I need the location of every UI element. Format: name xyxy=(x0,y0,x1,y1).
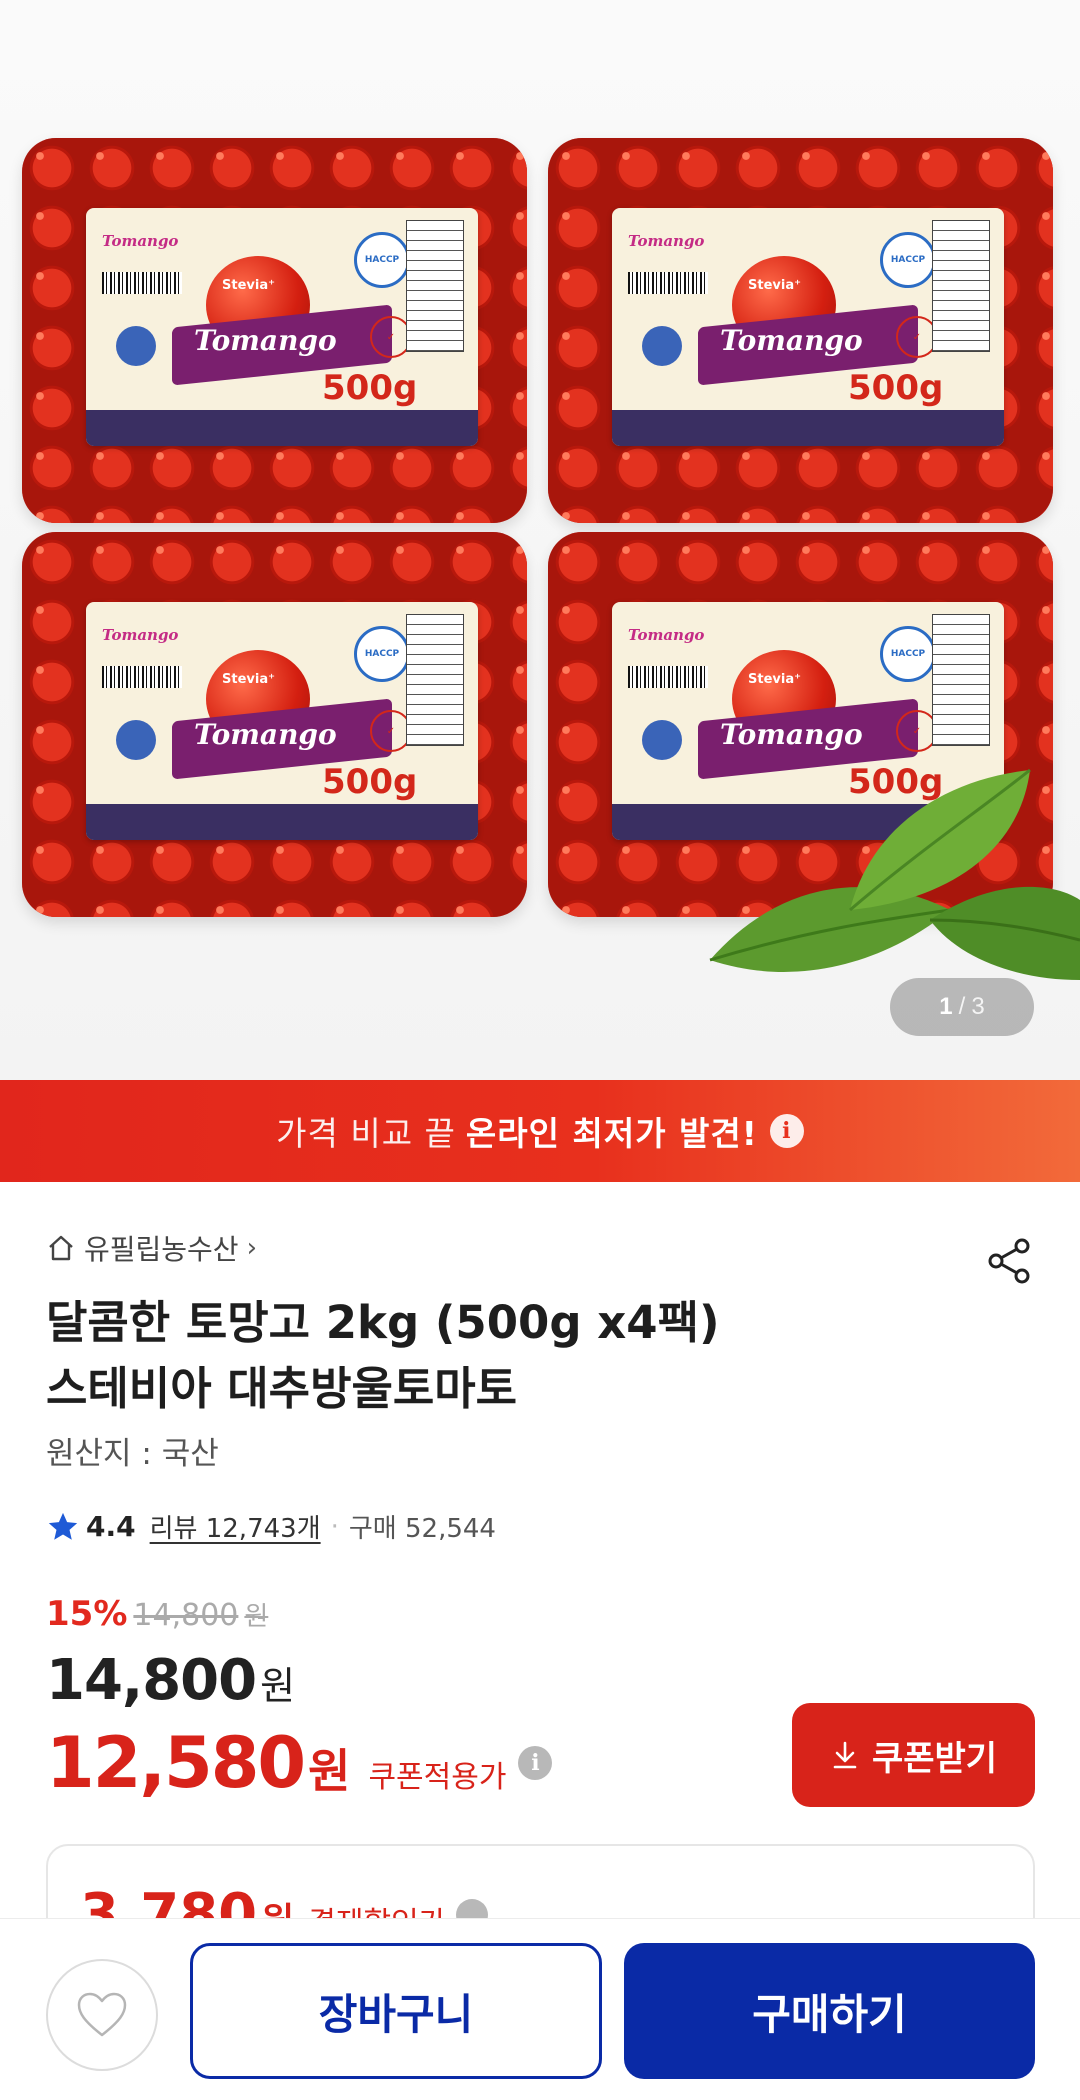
coupon-price-row: 12,580 원 쿠폰적용가 i xyxy=(46,1722,553,1804)
discount-rate: 15% xyxy=(46,1594,128,1634)
add-to-cart-button[interactable]: 장바구니 xyxy=(190,1943,602,2079)
get-coupon-label: 쿠폰받기 xyxy=(871,1738,998,1779)
info-icon[interactable]: i xyxy=(769,1114,804,1148)
star-icon xyxy=(48,1512,78,1540)
sale-price-row: 14,800 원 xyxy=(46,1648,295,1713)
coupon-price-label: 쿠폰적용가 xyxy=(368,1760,507,1795)
store-name: 유필립농수산 xyxy=(84,1233,239,1266)
stevia-leaves-image xyxy=(709,768,1080,980)
share-icon[interactable] xyxy=(984,1236,1034,1286)
product-title-line1: 달콤한 토망고 2kg (500g x4팩) xyxy=(46,1296,720,1349)
rating-value: 4.4 xyxy=(86,1510,136,1543)
separator-dot: · xyxy=(330,1511,339,1542)
heart-icon xyxy=(77,1992,127,2037)
image-page-indicator: 1 / 3 xyxy=(890,978,1034,1036)
purchase-count: 구매 52,544 xyxy=(348,1514,496,1544)
get-coupon-button[interactable]: 쿠폰받기 xyxy=(792,1703,1035,1807)
banner-bold-text: 온라인 최저가 발견! xyxy=(465,1114,758,1153)
review-count-link[interactable]: 리뷰 12,743개 xyxy=(150,1508,321,1545)
download-icon xyxy=(833,1741,857,1769)
chevron-right-icon: › xyxy=(246,1233,257,1263)
rating-row: 4.4 리뷰 12,743개 · 구매 52,544 xyxy=(46,1508,496,1545)
coupon-price-unit: 원 xyxy=(308,1744,351,1798)
wishlist-button[interactable] xyxy=(46,1959,158,2071)
coupon-price: 12,580 xyxy=(46,1722,306,1804)
product-title: 달콤한 토망고 2kg (500g x4팩) 스테비아 대추방울토마토 xyxy=(46,1290,946,1422)
lowest-price-banner[interactable]: 가격 비교 끝 온라인 최저가 발견! i xyxy=(0,1080,1080,1182)
info-icon[interactable]: i xyxy=(518,1746,553,1780)
tomato-pack-image: Tomango Stevia⁺ Tomango 500g HACCP ✓ xyxy=(22,138,527,523)
product-title-line2: 스테비아 대추방울토마토 xyxy=(46,1362,518,1415)
sale-price: 14,800 xyxy=(46,1648,257,1713)
home-icon xyxy=(49,1235,73,1261)
banner-plain-text: 가격 비교 끝 xyxy=(276,1114,456,1153)
buy-now-button[interactable]: 구매하기 xyxy=(624,1943,1035,2079)
sale-price-unit: 원 xyxy=(260,1664,296,1708)
origin-info: 원산지 : 국산 xyxy=(46,1436,219,1472)
bottom-action-bar: 장바구니 구매하기 xyxy=(0,1918,1080,2100)
original-price-unit: 원 xyxy=(244,1602,269,1632)
store-link[interactable]: 유필립농수산 › xyxy=(46,1228,257,1268)
tomato-pack-image: Tomango Stevia⁺ Tomango 500g HACCP ✓ xyxy=(22,532,527,917)
original-price: 14,800 xyxy=(133,1598,239,1633)
tomato-pack-image: Tomango Stevia⁺ Tomango 500g HACCP ✓ xyxy=(548,138,1053,523)
discount-row: 15% 14,800 원 xyxy=(46,1594,268,1634)
product-image-carousel[interactable]: Tomango Stevia⁺ Tomango 500g HACCP ✓ Tom… xyxy=(0,0,1080,1080)
